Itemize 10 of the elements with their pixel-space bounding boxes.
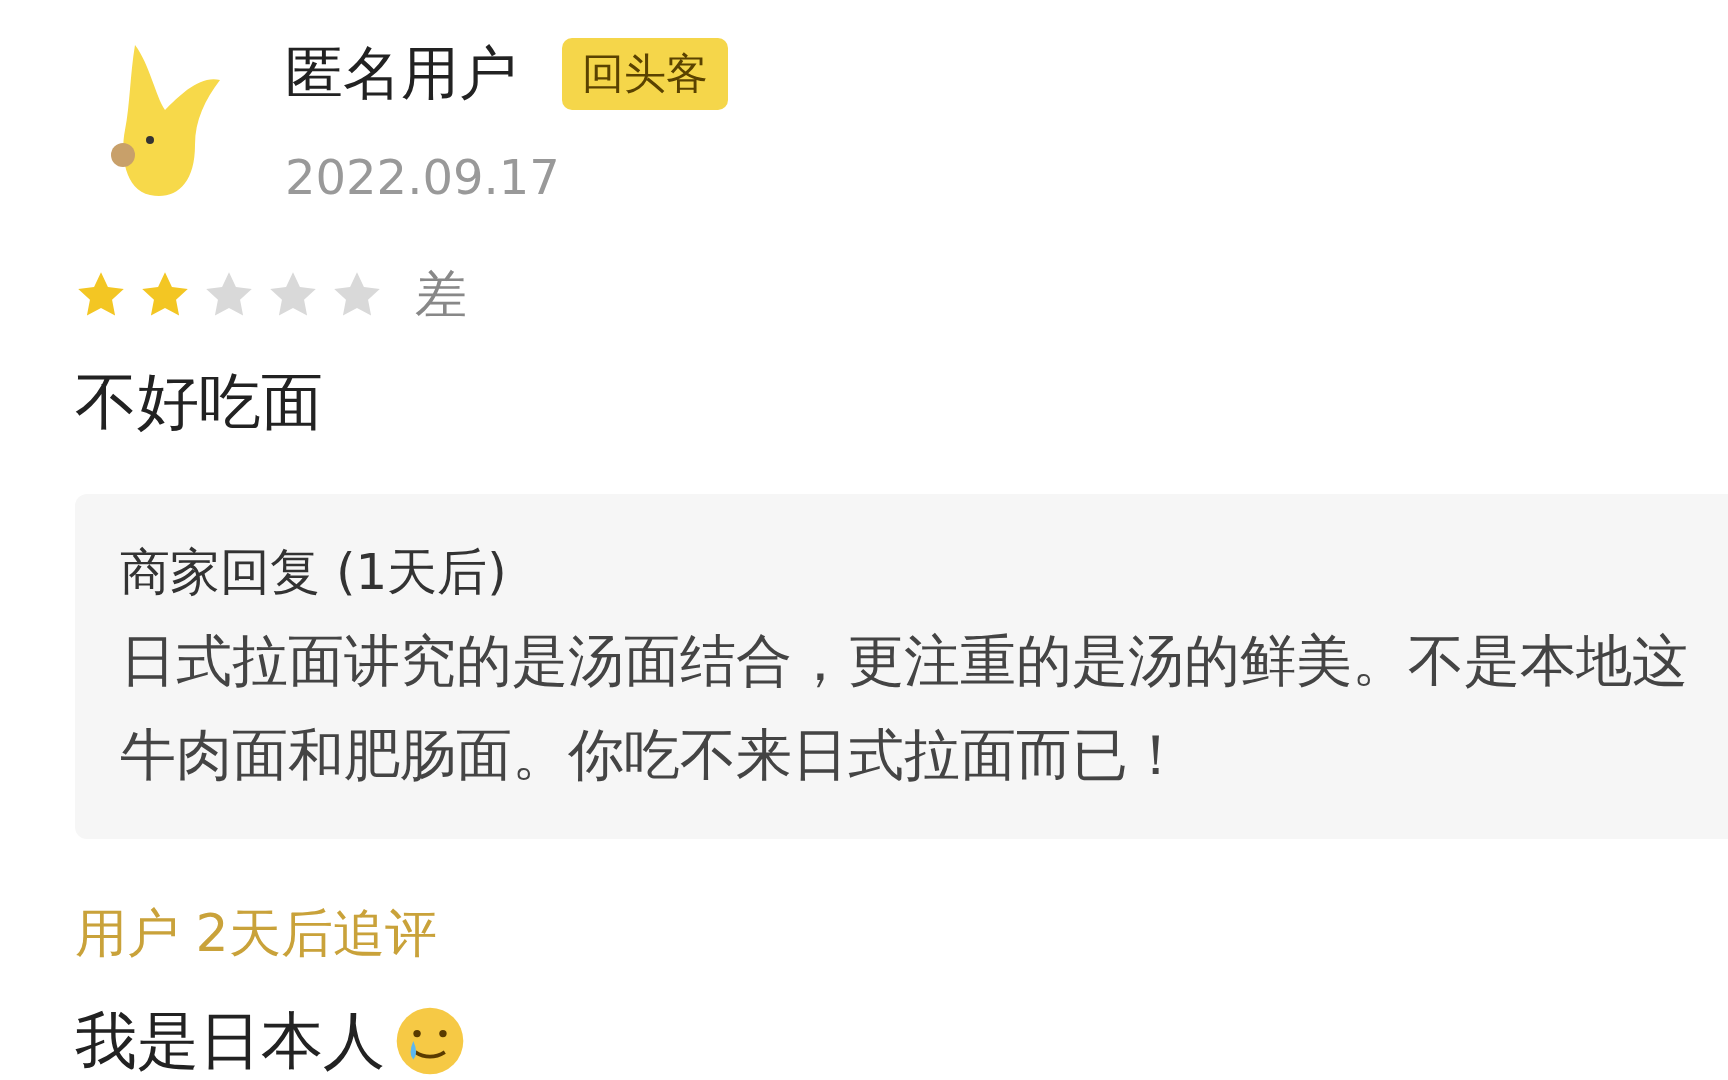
rating-label: 差 — [415, 263, 467, 326]
user-name: 匿名用户 — [285, 38, 517, 109]
reply-title: 商家回复 (1天后) — [120, 542, 508, 603]
follow-up-title: 用户 2天后追评 — [75, 902, 438, 965]
review-date: 2022.09.17 — [285, 149, 561, 205]
follow-up-text: 我是日本人 — [75, 1003, 385, 1079]
review-text: 不好吃面 — [75, 364, 324, 440]
reply-text-line: 牛肉面和肥肠面。你吃不来日式拉面而已！ — [120, 721, 1185, 789]
reply-text-line: 日式拉面讲究的是汤面结合，更注重的是汤的鲜美。不是本地这 — [120, 627, 1689, 695]
returning-customer-badge: 回头客 — [562, 38, 728, 110]
